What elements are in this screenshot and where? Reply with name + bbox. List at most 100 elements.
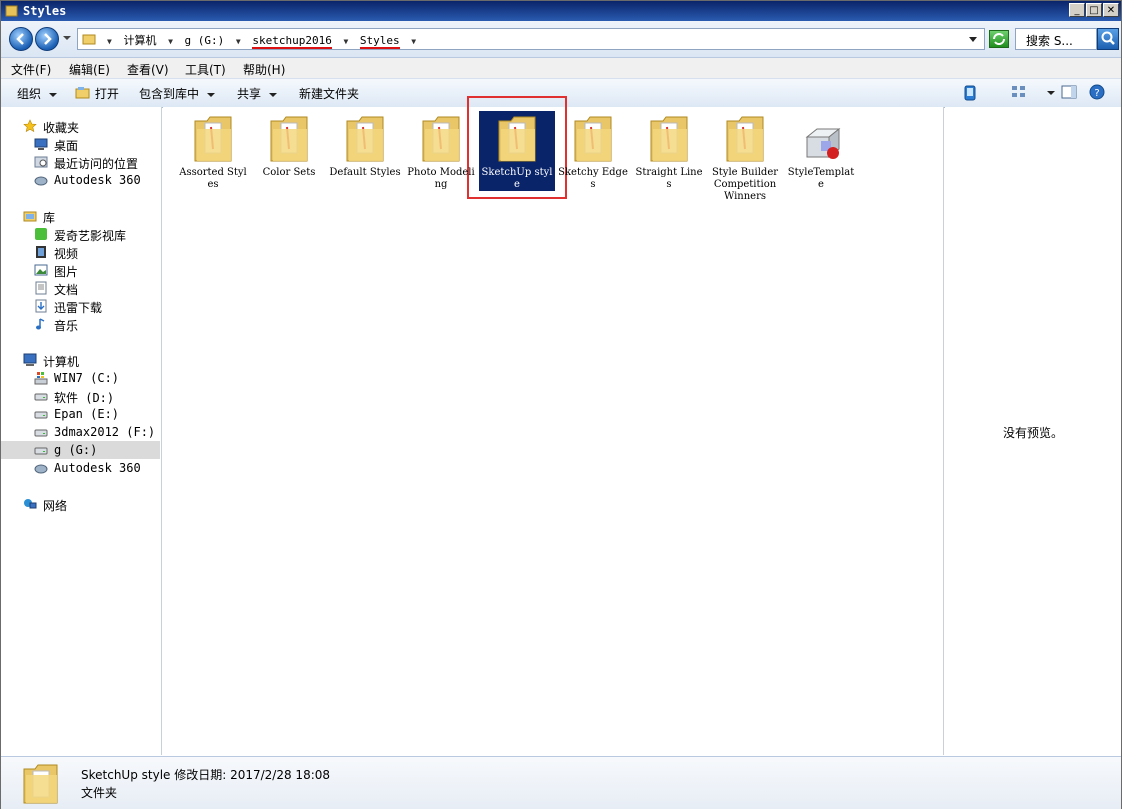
star-icon — [23, 119, 37, 133]
minimize-button[interactable]: _ — [1069, 3, 1085, 17]
video-icon — [36, 246, 46, 258]
nav-item-music[interactable]: 音乐 — [1, 315, 160, 333]
chevron-down-icon[interactable]: ▼ — [168, 37, 173, 46]
menu-file[interactable]: 文件(F) — [11, 61, 51, 78]
nav-item-label: 迅雷下载 — [54, 301, 103, 315]
include-library-button[interactable]: 包含到库中 — [139, 85, 216, 102]
nav-item-autodesk360[interactable]: Autodesk 360 — [1, 459, 160, 477]
nav-item-label: 文档 — [54, 283, 79, 297]
maximize-button[interactable]: □ — [1086, 3, 1102, 17]
search-button[interactable] — [1097, 28, 1119, 50]
nav-item-documents[interactable]: 文档 — [1, 279, 160, 297]
close-button[interactable]: ✕ — [1103, 3, 1119, 17]
menu-tools[interactable]: 工具(T) — [185, 61, 226, 78]
file-name: Photo Modeling — [407, 167, 475, 190]
chevron-down-icon[interactable]: ▼ — [411, 37, 416, 46]
menu-help[interactable]: 帮助(H) — [243, 61, 285, 78]
breadcrumb-drive[interactable]: g (G:) — [185, 34, 225, 47]
selected-item-details: SketchUp style 修改日期: 2017/2/28 18:08 — [81, 768, 331, 782]
file-name: Straight Lines — [635, 167, 703, 190]
computer-icon — [23, 353, 37, 366]
new-folder-button[interactable]: 新建文件夹 — [299, 85, 359, 102]
history-dropdown-icon[interactable] — [63, 36, 71, 40]
view-dropdown-icon[interactable] — [1047, 91, 1055, 95]
breadcrumb-computer[interactable]: 计算机 — [123, 34, 156, 47]
nav-libraries-label: 库 — [43, 211, 56, 225]
address-dropdown-icon[interactable] — [969, 37, 977, 42]
file-item[interactable]: Default Styles — [329, 111, 401, 179]
recent-places-icon — [34, 156, 48, 168]
nav-item-xunlei[interactable]: 迅雷下载 — [1, 297, 160, 315]
drive-icon — [34, 429, 48, 437]
nav-item-iqiyi[interactable]: 爱奇艺影视库 — [1, 225, 160, 243]
nav-favorites[interactable]: 收藏夹 — [1, 117, 160, 135]
back-button[interactable] — [9, 27, 33, 51]
nav-libraries[interactable]: 库 — [1, 207, 160, 225]
chevron-down-icon[interactable]: ▼ — [236, 37, 241, 46]
file-name: StyleTemplate — [787, 167, 855, 190]
window-title: Styles — [23, 4, 67, 18]
nav-item-recent[interactable]: 最近访问的位置 — [1, 153, 160, 171]
folder-icon — [726, 116, 764, 162]
menu-view[interactable]: 查看(V) — [127, 61, 169, 78]
file-name: Assorted Styles — [179, 167, 247, 190]
view-options-icon[interactable] — [1011, 85, 1027, 99]
nav-item-desktop[interactable]: 桌面 — [1, 135, 160, 153]
nav-item-label: Epan (E:) — [54, 407, 120, 421]
folder-icon — [5, 5, 18, 17]
forward-button[interactable] — [35, 27, 59, 51]
file-item[interactable]: Style Builder Competition Winners — [709, 111, 781, 203]
preview-pane-icon[interactable] — [1061, 85, 1077, 99]
nav-item-drive-d[interactable]: 软件 (D:) — [1, 387, 160, 405]
file-item[interactable]: StyleTemplate — [785, 111, 857, 191]
nav-item-autodesk360-fav[interactable]: Autodesk 360 — [1, 171, 160, 189]
nav-item-drive-e[interactable]: Epan (E:) — [1, 405, 160, 423]
folder-icon — [346, 116, 384, 162]
nav-item-label: 最近访问的位置 — [54, 157, 139, 171]
picture-icon — [34, 264, 48, 276]
file-item[interactable]: Sketchy Edges — [557, 111, 629, 191]
windows-drive-icon — [34, 372, 48, 385]
help-icon[interactable]: ? — [1089, 84, 1105, 100]
cloud-icon — [34, 176, 48, 186]
phone-icon[interactable] — [963, 85, 977, 101]
organize-label: 组织 — [17, 87, 42, 101]
folder-icon — [574, 116, 612, 162]
breadcrumb-sketchup2016[interactable]: sketchup2016 — [252, 34, 332, 49]
chevron-down-icon[interactable]: ▼ — [343, 37, 348, 46]
open-button[interactable]: 打开 — [75, 85, 119, 102]
desktop-icon — [34, 138, 48, 150]
organize-button[interactable]: 组织 — [17, 85, 58, 102]
nav-item-drive-c[interactable]: WIN7 (C:) — [1, 369, 160, 387]
menu-edit[interactable]: 编辑(E) — [69, 61, 110, 78]
nav-item-label: 音乐 — [54, 319, 79, 333]
open-folder-icon — [75, 87, 90, 99]
chevron-down-icon[interactable]: ▼ — [107, 37, 112, 46]
file-item[interactable]: Straight Lines — [633, 111, 705, 191]
search-input[interactable]: 搜索 S... — [1015, 28, 1097, 50]
breadcrumb-styles[interactable]: Styles — [359, 34, 400, 49]
share-button[interactable]: 共享 — [237, 85, 278, 102]
file-item[interactable]: Color Sets — [253, 111, 325, 179]
drive-icon — [34, 447, 48, 455]
nav-computer-label: 计算机 — [43, 355, 80, 369]
nav-item-pictures[interactable]: 图片 — [1, 261, 160, 279]
folder-icon — [270, 116, 308, 162]
nav-computer[interactable]: 计算机 — [1, 351, 160, 369]
nav-item-videos[interactable]: 视频 — [1, 243, 160, 261]
nav-item-drive-f[interactable]: 3dmax2012 (F:) — [1, 423, 160, 441]
folder-icon — [498, 116, 536, 162]
file-item[interactable]: Photo Modeling — [405, 111, 477, 191]
file-item[interactable]: SketchUp style — [479, 111, 555, 191]
share-label: 共享 — [237, 87, 262, 101]
folder-icon — [23, 764, 58, 804]
nav-item-label: 视频 — [54, 247, 79, 261]
nav-item-drive-g[interactable]: g (G:) — [1, 441, 160, 459]
file-name: Default Styles — [329, 167, 401, 178]
nav-network[interactable]: 网络 — [1, 495, 160, 513]
address-input[interactable]: ▼ 计算机 ▼ g (G:) ▼ sketchup2016 ▼ Styles ▼ — [77, 28, 985, 50]
nav-item-label: 图片 — [54, 265, 79, 279]
refresh-button[interactable] — [989, 30, 1009, 48]
file-item[interactable]: Assorted Styles — [177, 111, 249, 191]
music-icon — [36, 318, 45, 330]
